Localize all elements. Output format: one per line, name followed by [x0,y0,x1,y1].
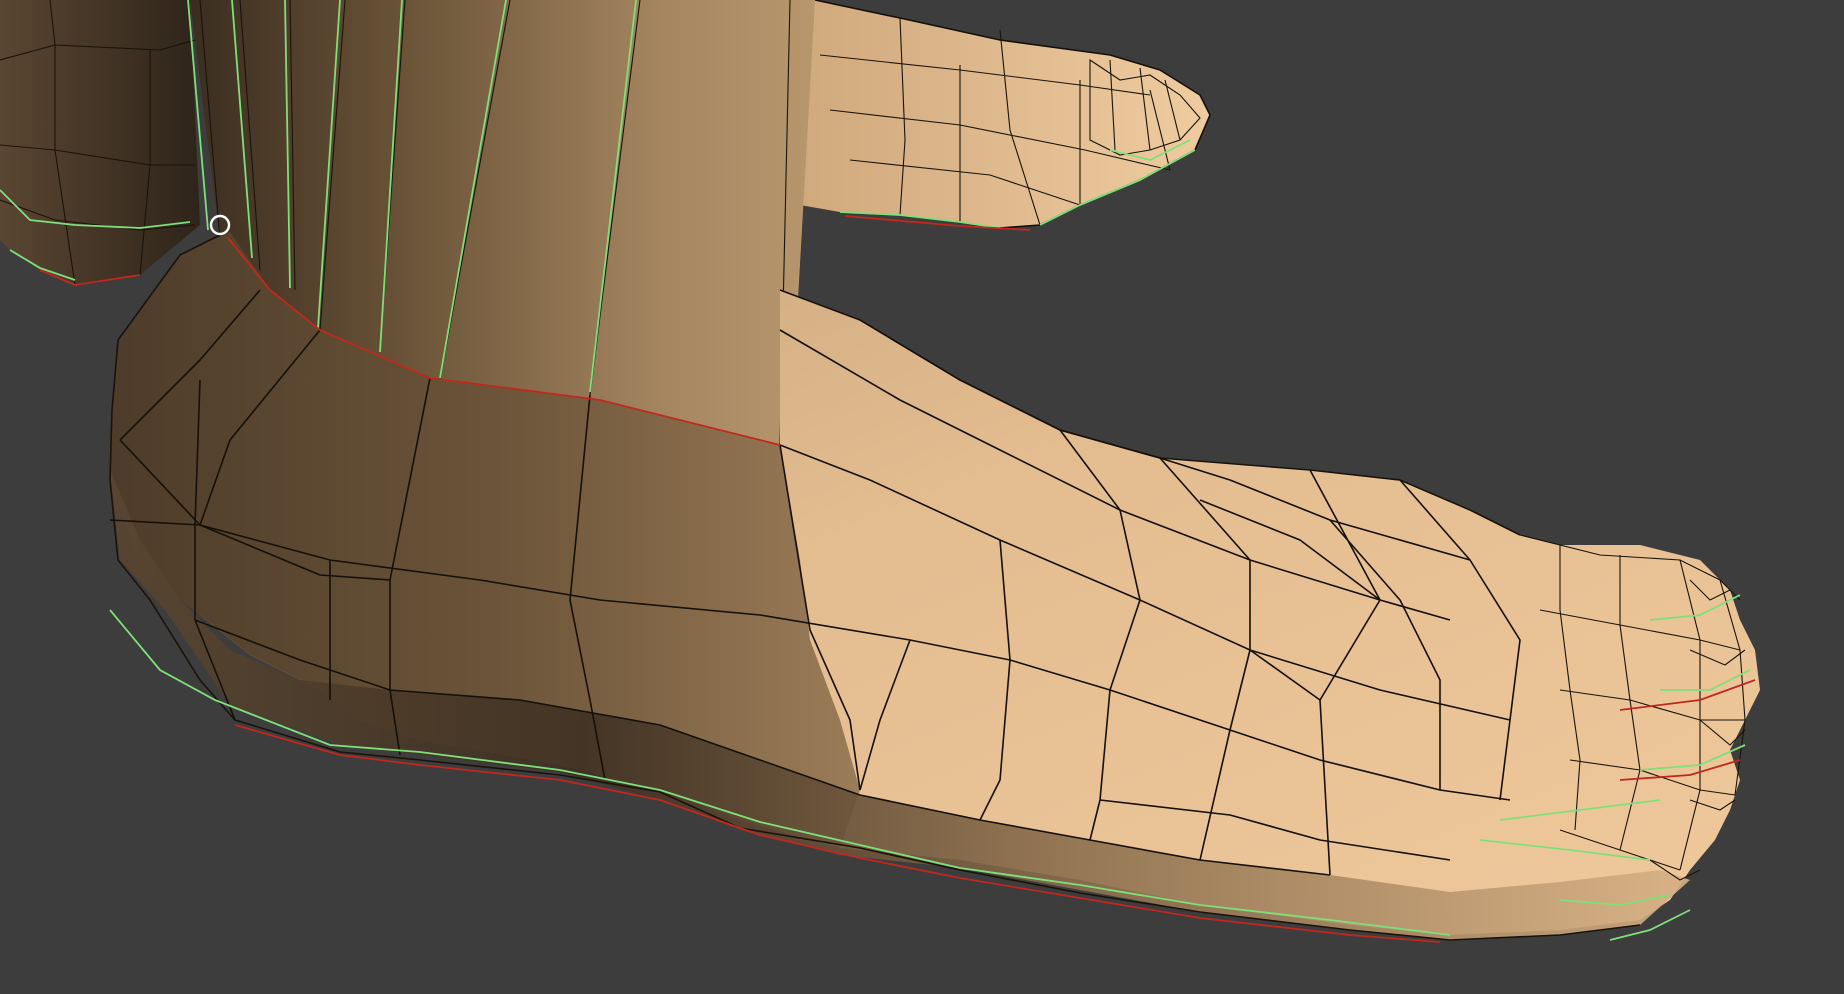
3d-viewport[interactable] [0,0,1844,994]
back-foot[interactable] [800,0,1211,231]
mesh-render[interactable] [0,0,1844,994]
left-foot[interactable] [0,0,200,286]
